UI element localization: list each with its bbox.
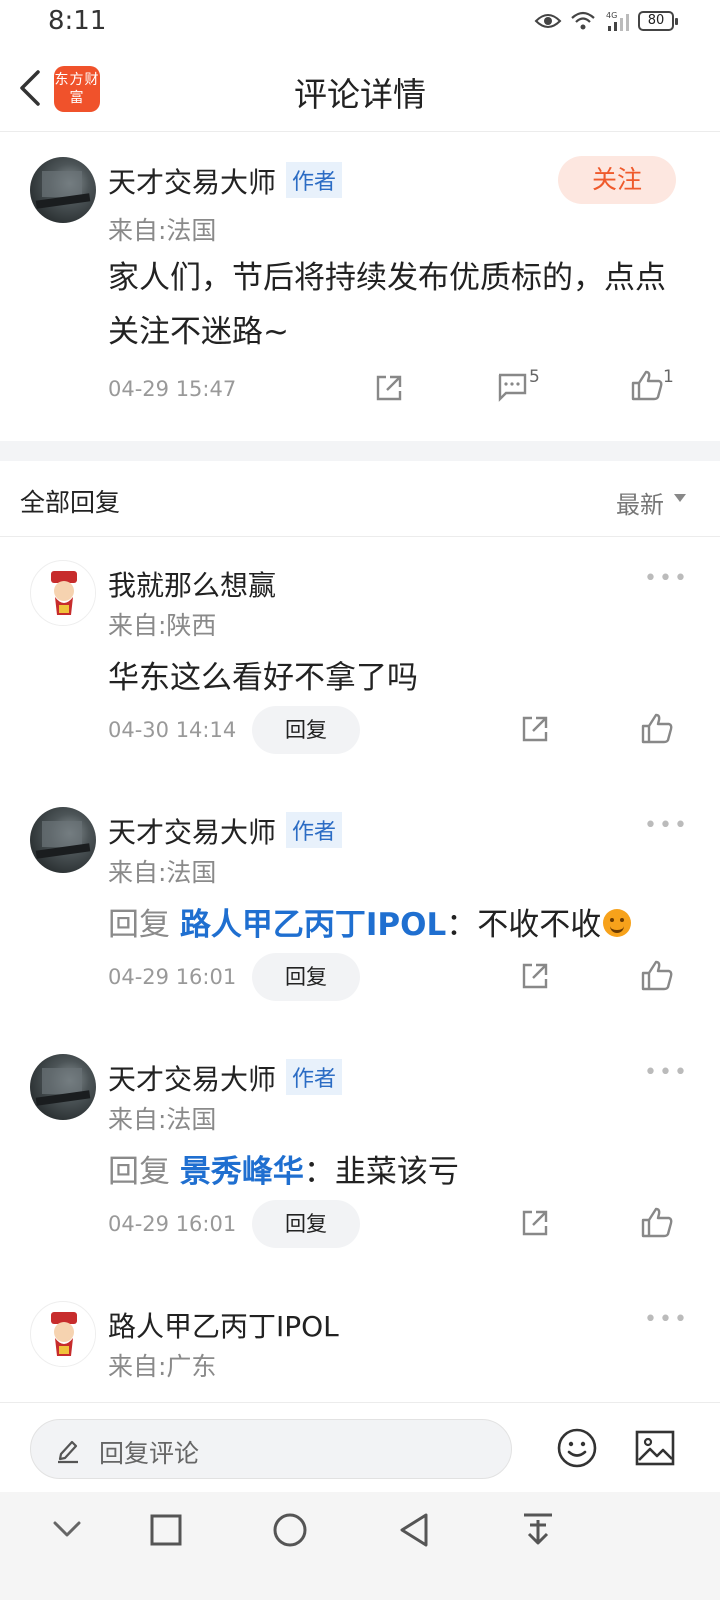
more-options-icon[interactable]: ••• [644, 1060, 689, 1085]
main-post: 天才交易大师 作者 来自:法国 关注 家人们，节后将持续发布优质标的，点点关注不迷… [0, 133, 720, 441]
chevron-down-icon[interactable] [50, 1516, 84, 1542]
comment-count: 5 [529, 367, 540, 387]
replies-title: 全部回复 [20, 488, 121, 517]
fortune-god-avatar-icon [32, 1303, 95, 1366]
reply-target-link[interactable]: 路人甲乙丙丁IPOL [180, 907, 446, 943]
system-nav-bar [0, 1492, 720, 1600]
comment-time: 04-29 16:01 [108, 1212, 237, 1236]
avatar[interactable] [30, 560, 96, 626]
status-icons: 4G 80 [534, 10, 678, 32]
top-nav: 东方财富 评论详情 [0, 44, 720, 132]
like-icon[interactable] [640, 959, 674, 993]
network-label: 4G [606, 11, 617, 20]
comment-author[interactable]: 天才交易大师 作者 [108, 811, 343, 851]
reply-button[interactable]: 回复 [252, 1200, 360, 1248]
download-tray-icon[interactable] [520, 1510, 556, 1550]
fortune-god-avatar-icon [32, 562, 95, 625]
back-nav-icon[interactable] [396, 1510, 432, 1550]
post-content: 家人们，节后将持续发布优质标的，点点关注不迷路~ [108, 260, 666, 350]
eye-icon [534, 14, 562, 28]
comment-author-name: 天才交易大师 [108, 816, 277, 849]
comment-location: 来自:法国 [108, 1105, 217, 1134]
avatar[interactable] [30, 1054, 96, 1120]
reply-input-placeholder: 回复评论 [99, 1439, 200, 1468]
follow-button[interactable]: 关注 [558, 156, 676, 204]
author-badge: 作者 [286, 1059, 343, 1095]
section-divider [0, 441, 720, 461]
recent-apps-icon[interactable] [148, 1512, 184, 1548]
post-location: 来自:法国 [108, 216, 217, 245]
image-icon[interactable] [634, 1429, 676, 1467]
more-options-icon[interactable]: ••• [644, 1307, 689, 1332]
more-options-icon[interactable]: ••• [644, 813, 689, 838]
home-icon[interactable] [270, 1510, 310, 1550]
reply-comment-input[interactable]: 回复评论 [30, 1419, 512, 1479]
share-icon[interactable] [518, 712, 552, 746]
replies-header: 全部回复 最新 [0, 461, 720, 537]
comment-author-name: 天才交易大师 [108, 1063, 277, 1096]
reply-prefix: 回复 [108, 1154, 170, 1190]
author-badge: 作者 [286, 812, 343, 848]
signal-icon: 4G [606, 11, 629, 31]
avatar[interactable] [30, 157, 96, 223]
comment-text: 回复 路人甲乙丙丁IPOL：不收不收 [108, 899, 632, 944]
avatar[interactable] [30, 807, 96, 873]
comment-item: 路人甲乙丙丁IPOL ••• 来自:广东 [0, 1293, 720, 1402]
comment-body: ：不收不收 [446, 907, 602, 943]
battery-indicator: 80 [638, 11, 678, 31]
caret-down-icon[interactable] [674, 494, 686, 502]
share-icon[interactable] [518, 1206, 552, 1240]
comment-location: 来自:法国 [108, 858, 217, 887]
pencil-icon [58, 1440, 78, 1464]
sort-selector[interactable]: 最新 [616, 485, 664, 520]
author-badge: 作者 [286, 162, 343, 198]
share-icon[interactable] [518, 959, 552, 993]
comment-location: 来自:陕西 [108, 611, 217, 640]
comment-author[interactable]: 路人甲乙丙丁IPOL [108, 1305, 339, 1345]
comment-item: 天才交易大师 作者 ••• 来自:法国 回复 景秀峰华：韭菜该亏 04-29 16… [0, 1046, 720, 1293]
smile-emoji-icon [603, 909, 632, 937]
comment-time: 04-30 14:14 [108, 718, 237, 742]
reply-button[interactable]: 回复 [252, 953, 360, 1001]
comment-author[interactable]: 我就那么想赢 [108, 564, 276, 604]
comment-text: 华东这么看好不拿了吗 [108, 652, 418, 697]
post-time: 04-29 15:47 [108, 377, 237, 401]
comment-icon[interactable] [496, 371, 528, 403]
reply-prefix: 回复 [108, 907, 170, 943]
status-bar: 8:11 4G 80 [0, 0, 720, 44]
post-author[interactable]: 天才交易大师 作者 [108, 161, 343, 201]
like-count: 1 [663, 367, 674, 387]
share-icon[interactable] [372, 371, 406, 405]
wifi-icon [571, 11, 595, 30]
comment-item: 天才交易大师 作者 ••• 来自:法国 回复 路人甲乙丙丁IPOL：不收不收 04… [0, 799, 720, 1046]
comment-time: 04-29 16:01 [108, 965, 237, 989]
comment-body: ：韭菜该亏 [303, 1154, 459, 1190]
avatar[interactable] [30, 1301, 96, 1367]
comment-author[interactable]: 天才交易大师 作者 [108, 1058, 343, 1098]
reply-button[interactable]: 回复 [252, 706, 360, 754]
like-icon[interactable] [640, 1206, 674, 1240]
reply-target-link[interactable]: 景秀峰华 [180, 1154, 304, 1190]
comment-body: 华东这么看好不拿了吗 [108, 660, 418, 696]
emoji-icon[interactable] [556, 1427, 598, 1469]
more-options-icon[interactable]: ••• [644, 566, 689, 591]
post-author-name: 天才交易大师 [108, 166, 277, 199]
comment-location: 来自:广东 [108, 1352, 217, 1381]
like-icon[interactable] [630, 369, 664, 403]
comment-text: 回复 景秀峰华：韭菜该亏 [108, 1146, 459, 1191]
comment-item: 我就那么想赢 ••• 来自:陕西 华东这么看好不拿了吗 04-30 14:14 … [0, 552, 720, 799]
page-title: 评论详情 [294, 75, 426, 114]
like-icon[interactable] [640, 712, 674, 746]
reply-input-bar: 回复评论 [0, 1402, 720, 1492]
status-time: 8:11 [48, 6, 107, 36]
